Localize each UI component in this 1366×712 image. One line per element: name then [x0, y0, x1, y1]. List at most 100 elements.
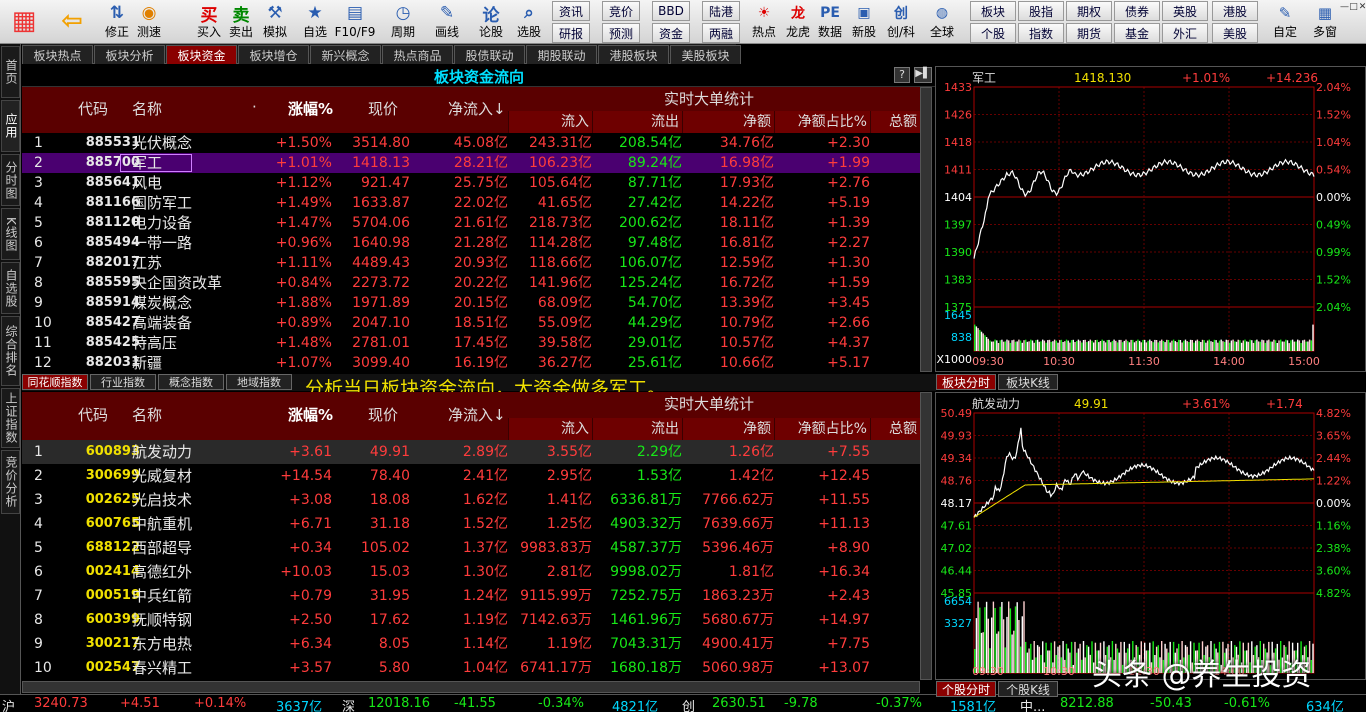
toolbar-dragon-button[interactable]: 龙龙虎	[782, 1, 814, 43]
table-row[interactable]: 8 885595 央企国资改革 +0.84% 2273.72 20.22亿 141.96亿 1…	[22, 273, 920, 293]
table-row[interactable]: 2 885700 军工 +1.01% 1418.13 28.21亿 106.23亿 89.24…	[22, 153, 920, 173]
col-change-header[interactable]: 涨幅%	[288, 98, 333, 119]
subcol-header-3[interactable]: 净额占比%	[774, 418, 870, 440]
table-row[interactable]: 10 002547 春兴精工 +3.57 5.80 1.04亿 6741.17万 1680.1…	[22, 656, 920, 680]
toolbar-back-arrow-button[interactable]: ⇦	[50, 1, 94, 43]
market-link-button[interactable]: 个股	[970, 23, 1016, 43]
col-name-header[interactable]: 名称	[132, 404, 162, 425]
table-row[interactable]: 3 002625 光启技术 +3.08 18.08 1.62亿 1.41亿 6336.81万 7…	[22, 488, 920, 512]
chart2-tab-1[interactable]: 个股K线	[998, 681, 1058, 697]
quick-link-button[interactable]: 资讯	[552, 1, 590, 21]
quick-link-button[interactable]: BBD	[652, 1, 690, 21]
subcol-header-0[interactable]: 流入	[508, 111, 592, 133]
chart1-tab-0[interactable]: 板块分时	[936, 374, 996, 390]
minimize-icon[interactable]: —	[1340, 2, 1349, 14]
tab-sector-1[interactable]: 板块分析	[94, 45, 165, 64]
subcol-header-0[interactable]: 流入	[508, 418, 592, 440]
toolbar-globe-button[interactable]: ◍ 全球	[926, 1, 958, 43]
market-link-button[interactable]: 美股	[1212, 23, 1258, 43]
tab-sector-2[interactable]: 板块资金	[166, 45, 237, 64]
sidebar-item-3[interactable]: K线图	[1, 208, 20, 260]
table-row[interactable]: 7 000519 中兵红箭 +0.79 31.95 1.24亿 9115.99万 7252.7…	[22, 584, 920, 608]
subcol-header-1[interactable]: 流出	[592, 418, 682, 440]
tab-sector-6[interactable]: 股债联动	[454, 45, 525, 64]
market-link-button[interactable]: 期货	[1066, 23, 1112, 43]
subcol-header-4[interactable]: 总额	[870, 111, 920, 133]
col-dot-header[interactable]: ·	[252, 98, 257, 116]
table-row[interactable]: 12 882031 新疆 +1.07% 3099.40 16.19亿 36.27亿 25.61…	[22, 353, 920, 372]
maximize-icon[interactable]: □	[1349, 2, 1358, 14]
market-link-button[interactable]: 英股	[1162, 1, 1208, 21]
sidebar-item-7[interactable]: 竞价分析	[1, 450, 20, 514]
market-link-button[interactable]: 指数	[1018, 23, 1064, 43]
sidebar-item-1[interactable]: 应用	[1, 100, 20, 152]
toolbar-hot-button[interactable]: ☀ 热点	[748, 1, 780, 43]
market-link-button[interactable]: 股指	[1018, 1, 1064, 21]
tab-sector-8[interactable]: 港股板块	[598, 45, 669, 64]
toolbar-multi-window-button[interactable]: ▦ 多窗	[1306, 1, 1344, 43]
sidebar-item-4[interactable]: 自选股	[1, 262, 20, 314]
tab-sector-4[interactable]: 新兴概念	[310, 45, 381, 64]
tab-sector-3[interactable]: 板块增仓	[238, 45, 309, 64]
close-icon[interactable]: ✕	[1358, 2, 1366, 14]
tab-sector-0[interactable]: 板块热点	[22, 45, 93, 64]
index-tab-1[interactable]: 行业指数	[90, 374, 156, 390]
market-link-button[interactable]: 债券	[1114, 1, 1160, 21]
toolbar-coin-button[interactable]: ◉ 测速	[130, 1, 168, 43]
horizontal-scrollbar[interactable]	[22, 681, 920, 693]
toolbar-hammer-button[interactable]: ⚒ 模拟	[256, 1, 294, 43]
toolbar-lun-button[interactable]: 论论股	[472, 1, 510, 43]
table-row[interactable]: 4 881166 国防军工 +1.49% 1633.87 22.02亿 41.65亿 27.4…	[22, 193, 920, 213]
market-link-button[interactable]: 期权	[1066, 1, 1112, 21]
quick-link-button[interactable]: 陆港	[702, 1, 740, 21]
top-table-scrollbar[interactable]	[920, 87, 932, 372]
toolbar-custom-button[interactable]: ✎ 自定	[1266, 1, 1304, 43]
toolbar-f10-button[interactable]: ▤ F10/F9	[335, 1, 376, 43]
sidebar-item-2[interactable]: 分时图	[1, 154, 20, 206]
col-netflow-header[interactable]: 净流入↓	[448, 98, 506, 119]
market-link-button[interactable]: 基金	[1114, 23, 1160, 43]
table-row[interactable]: 4 600765 中航重机 +6.71 31.18 1.52亿 1.25亿 4903.32万 7…	[22, 512, 920, 536]
toolbar-magnify-chart-button[interactable]: ⌕ 选股	[510, 1, 548, 43]
quick-link-button[interactable]: 研报	[552, 23, 590, 43]
tab-sector-7[interactable]: 期股联动	[526, 45, 597, 64]
toolbar-chuang-button[interactable]: 创创/科	[880, 1, 922, 43]
col-change-header[interactable]: 涨幅%	[288, 404, 333, 425]
quick-link-button[interactable]: 资金	[652, 23, 690, 43]
index-tab-2[interactable]: 概念指数	[158, 374, 224, 390]
col-price-header[interactable]: 现价	[368, 98, 398, 119]
market-link-button[interactable]: 板块	[970, 1, 1016, 21]
toolbar-pencil-button[interactable]: ✎ 画线	[428, 1, 466, 43]
toolbar-star-folder-button[interactable]: ★ 自选	[296, 1, 334, 43]
table-row[interactable]: 9 300217 东方电热 +6.34 8.05 1.14亿 1.19亿 7043.31万 49…	[22, 632, 920, 656]
market-link-button[interactable]: 外汇	[1162, 23, 1208, 43]
table-row[interactable]: 8 600399 抚顺特钢 +2.50 17.62 1.19亿 7142.63万 1461.9…	[22, 608, 920, 632]
toolbar-pe-button[interactable]: PE 数据	[814, 1, 846, 43]
sidebar-item-5[interactable]: 综合排名	[1, 316, 20, 386]
table-row[interactable]: 11 885425 特高压 +1.48% 2781.01 17.45亿 39.58亿 29.0…	[22, 333, 920, 353]
sidebar-item-6[interactable]: 上证指数	[1, 388, 20, 448]
chart1-tab-1[interactable]: 板块K线	[998, 374, 1058, 390]
toolbar-windows-logo-button[interactable]: ▦	[2, 1, 46, 43]
tab-sector-5[interactable]: 热点商品	[382, 45, 453, 64]
table-row[interactable]: 9 885914 煤炭概念 +1.88% 1971.89 20.15亿 68.09亿 54.7…	[22, 293, 920, 313]
quick-link-button[interactable]: 两融	[702, 23, 740, 43]
table-row[interactable]: 6 002414 高德红外 +10.03 15.03 1.30亿 2.81亿 9998.02万…	[22, 560, 920, 584]
table-row[interactable]: 5 688122 西部超导 +0.34 105.02 1.37亿 9983.83万 4587.…	[22, 536, 920, 560]
sidebar-item-0[interactable]: 首页	[1, 46, 20, 98]
bottom-table-scrollbar[interactable]	[920, 392, 932, 680]
subcol-header-2[interactable]: 净额	[682, 418, 774, 440]
col-name-header[interactable]: 名称	[132, 98, 162, 119]
chart2-tab-0[interactable]: 个股分时	[936, 681, 996, 697]
col-code-header[interactable]: 代码	[78, 98, 108, 119]
index-tab-3[interactable]: 地域指数	[226, 374, 292, 390]
toolbar-new-stock-button[interactable]: ▣ 新股	[848, 1, 880, 43]
table-row[interactable]: 3 885641 风电 +1.12% 921.47 25.75亿 105.64亿 87.71亿…	[22, 173, 920, 193]
table-row[interactable]: 6 885494 一带一路 +0.96% 1640.98 21.28亿 114.28亿 97.…	[22, 233, 920, 253]
toolbar-sell-button[interactable]: 卖卖出	[222, 1, 260, 43]
tab-sector-9[interactable]: 美股板块	[670, 45, 741, 64]
subcol-header-2[interactable]: 净额	[682, 111, 774, 133]
quick-link-button[interactable]: 竞价	[602, 1, 640, 21]
table-row[interactable]: 1 885531 光伏概念 +1.50% 3514.80 45.08亿 243.31亿 208…	[22, 133, 920, 153]
subcol-header-4[interactable]: 总额	[870, 418, 920, 440]
